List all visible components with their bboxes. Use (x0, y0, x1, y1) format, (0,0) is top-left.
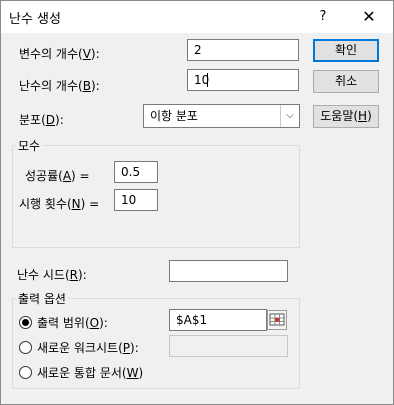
num-variables-input[interactable]: 2 (187, 39, 299, 61)
text-cursor (207, 73, 208, 87)
new-sheet-radio[interactable] (19, 341, 32, 354)
trials-input[interactable]: 10 (114, 189, 158, 211)
parameters-group-title: 모수 (16, 137, 43, 154)
new-sheet-input[interactable] (169, 335, 288, 357)
range-select-icon[interactable] (267, 310, 287, 330)
dialog-title: 난수 생성 (9, 12, 61, 27)
new-workbook-radio[interactable] (19, 366, 32, 379)
seed-label: 난수 시드(R): (17, 268, 87, 282)
chevron-down-icon[interactable]: ⌵ (280, 105, 299, 127)
trials-label: 시행 횟수(N) = (19, 197, 100, 211)
output-range-radio[interactable] (19, 316, 32, 329)
title-bar: 난수 생성 ? ✕ (1, 1, 393, 33)
num-random-input[interactable]: 10 (187, 69, 299, 91)
distribution-select[interactable]: 이항 분포 ⌵ (143, 104, 300, 128)
new-workbook-label: 새로운 통합 문서(W) (37, 366, 144, 380)
num-variables-label: 변수의 개수(V): (19, 47, 100, 61)
distribution-value: 이항 분포 (150, 109, 198, 123)
close-icon[interactable]: ✕ (353, 5, 385, 29)
output-options-title: 출력 옵션 (16, 290, 68, 307)
output-range-input[interactable]: $A$1 (169, 309, 267, 331)
output-range-label: 출력 범위(O): (37, 316, 108, 330)
help-question-button[interactable]: ? (309, 5, 337, 29)
cancel-button[interactable]: 취소 (313, 70, 379, 93)
range-select-icon-graphic (269, 313, 285, 326)
seed-input[interactable] (169, 260, 288, 282)
num-random-label: 난수의 개수(B): (19, 79, 100, 93)
ok-button[interactable]: 확인 (313, 39, 379, 62)
success-prob-input[interactable]: 0.5 (114, 161, 158, 183)
random-number-generation-dialog: 난수 생성 ? ✕ 변수의 개수(V): 2 난수의 개수(B): 10 분포(… (0, 0, 394, 405)
new-sheet-label: 새로운 워크시트(P): (37, 341, 139, 355)
success-prob-label: 성공률(A) = (25, 169, 90, 183)
distribution-label: 분포(D): (19, 113, 64, 127)
help-button[interactable]: 도움말(H) (313, 105, 379, 128)
